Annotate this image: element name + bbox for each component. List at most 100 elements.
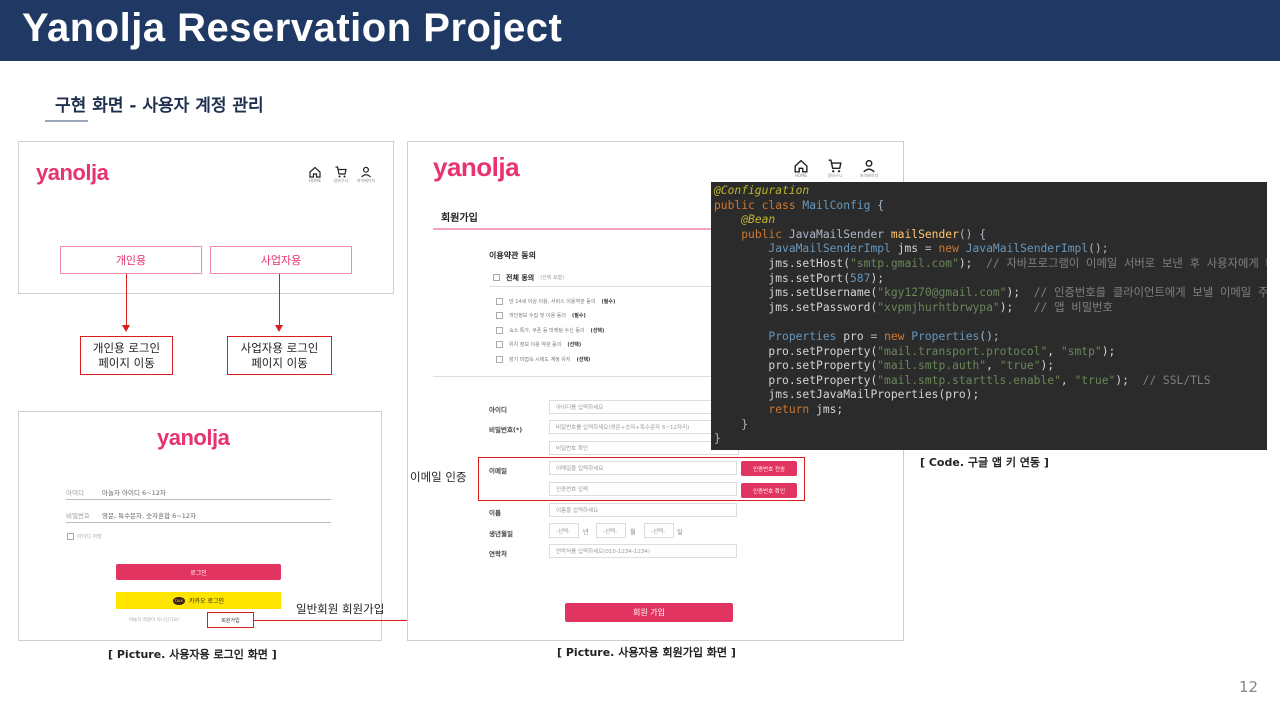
term-tag: (선택): [576, 356, 591, 363]
code-string: "smtp": [1060, 344, 1102, 358]
login-pw-label: 비밀번호: [66, 512, 90, 520]
nav-mypage-label: 마이페이지: [356, 178, 376, 183]
code-line: jms.setPassword("xvpmjhurhtbrwypa"); // …: [711, 301, 1267, 316]
term-item[interactable]: 개인정보 수집 및 이용 동의 (필수): [496, 309, 716, 324]
term-item[interactable]: 숙소 특가, 쿠폰 등 마케팅 수신 동의 (선택): [496, 323, 716, 338]
nav-cart[interactable]: 장바구니: [328, 166, 354, 184]
save-id-checkbox[interactable]: [67, 533, 74, 540]
code-text: jms.setPort(: [768, 271, 851, 285]
code-comment: // SSL/TLS: [1128, 373, 1211, 387]
account-type-panel: yanolja HOME 장바구니 마이페이지 개인용 사업자용: [18, 141, 394, 294]
nav-mypage-label: 마이페이지: [859, 173, 879, 178]
term-item[interactable]: 만 14세 이상 이용, 서비스 이용약관 동의 (필수): [496, 294, 716, 309]
term-checkbox[interactable]: [496, 297, 503, 305]
term-checkbox[interactable]: [496, 326, 503, 334]
code-line: public JavaMailSender mailSender() {: [711, 228, 1267, 243]
code-string: "mail.smtp.auth": [877, 359, 987, 373]
save-id-option[interactable]: 아이디 저장: [67, 533, 102, 540]
agree-all-checkbox[interactable]: [493, 274, 500, 281]
signup-annotation: 일반회원 회원가입: [296, 602, 385, 616]
user-icon: [863, 159, 875, 173]
code-text: );: [999, 300, 1014, 314]
login-caption: [ Picture. 사용자용 로그인 화면 ]: [108, 648, 277, 661]
code-method-name: mailSender: [890, 227, 959, 241]
term-tag: (선택): [567, 342, 582, 349]
nav-cart[interactable]: 장바구니: [822, 159, 848, 179]
phone-label: 연락처: [489, 550, 507, 558]
code-brace: }: [741, 417, 749, 431]
day-unit: 일: [677, 529, 683, 536]
term-item[interactable]: 장기 미접속 시에도 계정 유지 (선택): [496, 352, 716, 367]
email-auth-annotation: 이메일 인증: [410, 470, 467, 484]
slide-title: Yanolja Reservation Project: [22, 6, 563, 50]
login-pw-input[interactable]: 비밀번호 영문, 특수문자, 숫자혼합 6~12자: [66, 508, 331, 523]
business-button[interactable]: 사업자용: [210, 246, 352, 274]
arrow-personal: [126, 274, 127, 326]
code-caption: [ Code. 구글 앱 키 연동 ]: [920, 456, 1049, 469]
signup-link-button[interactable]: 회원가입: [207, 612, 254, 628]
code-keyword: public class: [714, 198, 803, 212]
birth-day-select[interactable]: -선택-: [644, 523, 674, 538]
code-var: jms: [897, 242, 919, 256]
term-checkbox[interactable]: [496, 355, 503, 363]
term-checkbox[interactable]: [496, 312, 503, 320]
nav-home[interactable]: HOME: [788, 159, 814, 178]
terms-title: 이용약관 동의: [489, 251, 536, 260]
code-text: ,: [1047, 344, 1061, 358]
code-line: jms.setHost("smtp.gmail.com"); // 자바프로그램…: [711, 257, 1267, 272]
term-tag: (선택): [590, 327, 605, 334]
code-var: pro: [843, 329, 864, 343]
phone-input[interactable]: 연락처를 입력하세요(010-1234-1234): [549, 544, 737, 558]
code-string: "true": [1074, 373, 1116, 387]
birth-year-select[interactable]: -선택-: [549, 523, 579, 538]
login-id-placeholder: 아놀자 아이디 6~12자: [102, 489, 166, 497]
birth-month-select[interactable]: -선택-: [596, 523, 626, 538]
code-type: JavaMailSender: [788, 227, 891, 241]
nav-mypage[interactable]: 마이페이지: [353, 166, 379, 184]
id-label: 아이디: [489, 406, 507, 414]
birth-label: 생년월일: [489, 530, 513, 538]
code-line: @Configuration: [711, 184, 1267, 199]
login-pw-placeholder: 영문, 특수문자, 숫자혼합 6~12자: [102, 512, 196, 520]
arrowhead-personal: [122, 325, 130, 332]
email-auth-highlight: [478, 457, 805, 501]
code-block: @Configuration public class MailConfig {…: [711, 182, 1267, 450]
code-text: );: [870, 271, 885, 285]
term-checkbox[interactable]: [496, 341, 503, 349]
login-id-input[interactable]: 아이디 아놀자 아이디 6~12자: [66, 485, 331, 500]
term-item[interactable]: 위치 정보 이용 약관 동의 (선택): [496, 338, 716, 353]
term-text: 만 14세 이상 이용, 서비스 이용약관 동의: [509, 298, 596, 305]
code-type: JavaMailSenderImpl: [965, 242, 1089, 256]
kakao-login-button[interactable]: TALK 카카오 로그인: [116, 592, 281, 609]
code-comment: // 자바프로그램이 이메일 서버로 보낸 후 사용자에게 다시 요청: [986, 256, 1267, 270]
subtitle-underline: [45, 120, 88, 122]
code-string: "kgy1270@gmail.com": [877, 286, 1007, 300]
name-input[interactable]: 이름을 입력하세요: [549, 503, 737, 517]
signup-submit-button[interactable]: 회원 가입: [565, 603, 733, 622]
terms-list: 만 14세 이상 이용, 서비스 이용약관 동의 (필수) 개인정보 수집 및 …: [496, 294, 716, 367]
code-comment: // 인증번호를 클라이언트에게 보낼 이메일 주소: [1020, 286, 1267, 300]
personal-button[interactable]: 개인용: [60, 246, 202, 274]
login-button[interactable]: 로그인: [116, 564, 281, 580]
code-annotation: @Bean: [741, 213, 776, 227]
code-line: Properties pro = new Properties();: [711, 330, 1267, 345]
code-string: "smtp.gmail.com": [850, 256, 959, 270]
code-string: "mail.transport.protocol": [877, 344, 1048, 358]
code-keyword: return: [768, 402, 817, 416]
code-text: ,: [986, 359, 1000, 373]
code-line: pro.setProperty("mail.transport.protocol…: [711, 345, 1267, 360]
page-number: 12: [1239, 678, 1259, 696]
personal-login-note: 개인용 로그인 페이지 이동: [80, 336, 173, 375]
code-class-name: MailConfig: [802, 198, 871, 212]
signup-caption: [ Picture. 사용자용 회원가입 화면 ]: [557, 646, 736, 659]
code-line: @Bean: [711, 213, 1267, 228]
agree-all-row[interactable]: 전체 동의 (선택 포함): [489, 269, 729, 287]
code-brace: }: [714, 432, 721, 446]
code-line: jms.setPort(587);: [711, 272, 1267, 287]
yanolja-logo: yanolja: [36, 160, 109, 185]
code-text: jms.setJavaMailProperties(pro);: [768, 388, 980, 402]
nav-home[interactable]: HOME: [302, 166, 328, 183]
month-unit: 월: [630, 529, 636, 536]
nav-mypage[interactable]: 마이페이지: [856, 159, 882, 179]
code-text: =: [863, 329, 885, 343]
